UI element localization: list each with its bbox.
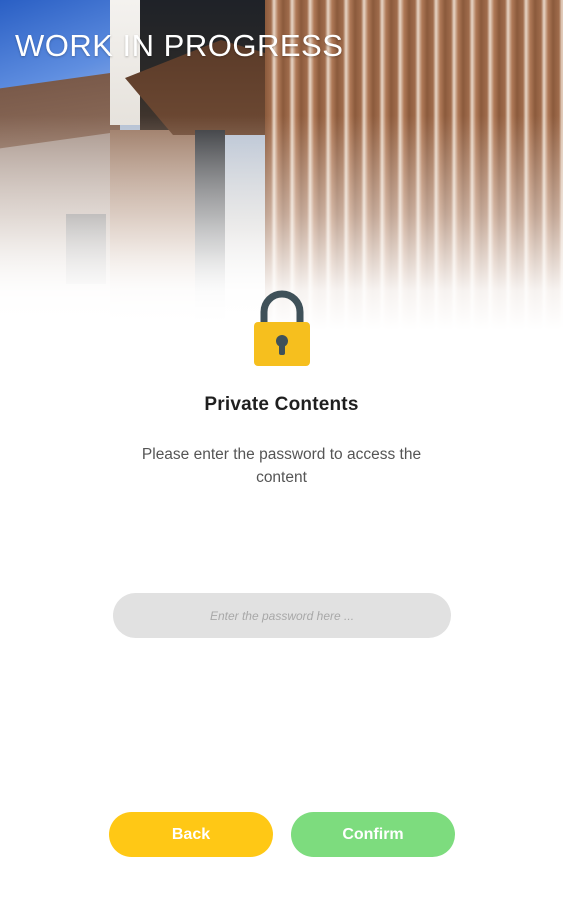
page-title: WORK IN PROGRESS <box>15 28 344 63</box>
header-background-photo: WORK IN PROGRESS <box>0 0 563 330</box>
padlock-keyhole-slot <box>279 343 285 355</box>
private-contents-heading: Private Contents <box>204 394 359 415</box>
confirm-button[interactable]: Confirm <box>291 812 455 857</box>
back-button[interactable]: Back <box>109 812 273 857</box>
password-input[interactable] <box>113 593 451 638</box>
password-instructions: Please enter the password to access the … <box>141 446 422 486</box>
padlock-icon <box>254 290 310 366</box>
